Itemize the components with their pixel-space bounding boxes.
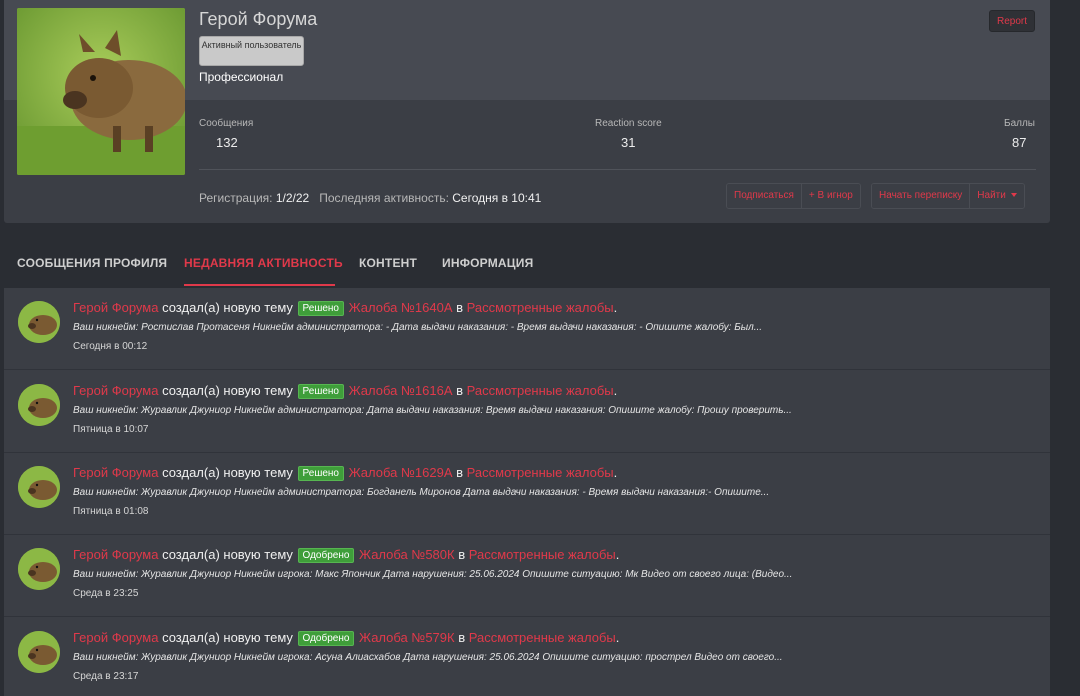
stats-divider — [199, 169, 1036, 170]
action-text: создал(а) новую тему — [162, 383, 293, 398]
profile-username: Герой Форума — [199, 9, 318, 29]
boar-icon — [18, 548, 60, 590]
thread-link[interactable]: Жалоба №579К — [359, 630, 455, 645]
action-text: создал(а) новую тему — [162, 547, 293, 562]
stat-messages-value[interactable]: 132 — [216, 135, 238, 150]
stat-points-label: Баллы — [1004, 118, 1035, 129]
forum-link[interactable]: Рассмотренные жалобы — [467, 383, 614, 398]
activity-item: Герой Форума создал(а) новую тему Одобре… — [4, 535, 1050, 617]
contact-actions-group: Начать переписку Найти — [871, 183, 1025, 209]
user-title: Профессионал — [199, 70, 284, 84]
find-label: Найти — [977, 190, 1006, 201]
activity-snippet: Ваш никнейм: Ростислав Протасеня Никнейм… — [73, 322, 763, 333]
avatar[interactable] — [18, 384, 60, 426]
forum-link[interactable]: Рассмотренные жалобы — [469, 630, 616, 645]
in-text: в — [456, 300, 464, 315]
activity-title: Герой Форума создал(а) новую тему Решено… — [73, 465, 618, 481]
chevron-down-icon — [1010, 193, 1017, 198]
boar-icon — [18, 301, 60, 343]
last-activity-value: Сегодня в 10:41 — [452, 191, 542, 205]
status-badge: Решено — [297, 384, 344, 399]
author-link[interactable]: Герой Форума — [73, 547, 158, 562]
activity-snippet: Ваш никнейм: Журавлик Джуниор Никнейм иг… — [73, 569, 793, 580]
boar-avatar-image — [17, 8, 185, 175]
avatar[interactable] — [18, 631, 60, 673]
in-text: в — [456, 383, 464, 398]
forum-link[interactable]: Рассмотренные жалобы — [469, 547, 616, 562]
last-activity-label: Последняя активность: — [319, 191, 449, 205]
activity-snippet: Ваш никнейм: Журавлик Джуниор Никнейм ад… — [73, 487, 770, 498]
stat-messages-label: Сообщения — [199, 118, 254, 129]
activity-title: Герой Форума создал(а) новую тему Одобре… — [73, 547, 620, 563]
thread-link[interactable]: Жалоба №1629А — [349, 465, 453, 480]
activity-time[interactable]: Среда в 23:25 — [73, 588, 138, 599]
follow-actions-group: Подписаться + В игнор — [726, 183, 861, 209]
activity-item: Герой Форума создал(а) новую тему Одобре… — [4, 618, 1050, 696]
action-text: создал(а) новую тему — [162, 300, 293, 315]
action-text: создал(а) новую тему — [162, 630, 293, 645]
activity-title: Герой Форума создал(а) новую тему Одобре… — [73, 630, 620, 646]
avatar[interactable] — [18, 301, 60, 343]
find-dropdown-button[interactable]: Найти — [970, 184, 1024, 208]
ignore-button[interactable]: + В игнор — [801, 184, 860, 208]
activity-time[interactable]: Сегодня в 00:12 — [73, 341, 147, 352]
user-banner-badge: Активный пользователь — [199, 36, 304, 66]
subscribe-button[interactable]: Подписаться — [727, 184, 802, 208]
activity-time[interactable]: Пятница в 10:07 — [73, 424, 148, 435]
activity-snippet: Ваш никнейм: Журавлик Джуниор Никнейм иг… — [73, 652, 783, 663]
tab-information[interactable]: ИНФОРМАЦИЯ — [442, 256, 533, 270]
boar-icon — [18, 466, 60, 508]
profile-tabs: СООБЩЕНИЯ ПРОФИЛЯ НЕДАВНЯЯ АКТИВНОСТЬ КО… — [4, 242, 1050, 286]
activity-snippet: Ваш никнейм: Журавлик Джуниор Никнейм ад… — [73, 405, 792, 416]
action-text: создал(а) новую тему — [162, 465, 293, 480]
forum-link[interactable]: Рассмотренные жалобы — [467, 300, 614, 315]
author-link[interactable]: Герой Форума — [73, 300, 158, 315]
in-text: в — [458, 547, 466, 562]
thread-link[interactable]: Жалоба №1616А — [349, 383, 453, 398]
in-text: в — [458, 630, 466, 645]
registration-date: 1/2/22 — [275, 191, 310, 205]
stat-points-value[interactable]: 87 — [1012, 135, 1026, 150]
activity-item: Герой Форума создал(а) новую тему Решено… — [4, 453, 1050, 535]
status-badge: Одобрено — [297, 548, 355, 563]
avatar[interactable] — [18, 466, 60, 508]
boar-icon — [18, 384, 60, 426]
active-tab-indicator — [184, 284, 335, 286]
boar-icon — [18, 631, 60, 673]
forum-link[interactable]: Рассмотренные жалобы — [467, 465, 614, 480]
tab-profile-posts[interactable]: СООБЩЕНИЯ ПРОФИЛЯ — [17, 256, 167, 270]
stat-reaction-label: Reaction score — [595, 118, 662, 129]
activity-feed: Герой Форума создал(а) новую тему Решено… — [4, 288, 1050, 696]
activity-item: Герой Форума создал(а) новую тему Решено… — [4, 371, 1050, 453]
author-link[interactable]: Герой Форума — [73, 465, 158, 480]
tab-recent-activity[interactable]: НЕДАВНЯЯ АКТИВНОСТЬ — [184, 256, 343, 270]
start-conversation-button[interactable]: Начать переписку — [872, 184, 971, 208]
avatar[interactable] — [18, 548, 60, 590]
stat-reaction-value[interactable]: 31 — [621, 135, 635, 150]
activity-time[interactable]: Пятница в 01:08 — [73, 506, 148, 517]
status-badge: Решено — [297, 466, 344, 481]
activity-time[interactable]: Среда в 23:17 — [73, 671, 138, 682]
activity-title: Герой Форума создал(а) новую тему Решено… — [73, 383, 618, 399]
activity-title: Герой Форума создал(а) новую тему Решено… — [73, 300, 618, 316]
profile-avatar[interactable] — [17, 8, 185, 175]
registration-info: Регистрация: 1/2/22 Последняя активность… — [199, 191, 541, 205]
profile-card: Герой Форума Активный пользователь Профе… — [4, 0, 1050, 223]
in-text: в — [456, 465, 464, 480]
tab-content[interactable]: КОНТЕНТ — [359, 256, 417, 270]
activity-item: Герой Форума создал(а) новую тему Решено… — [4, 288, 1050, 370]
report-button[interactable]: Report — [989, 10, 1035, 32]
status-badge: Одобрено — [297, 631, 355, 646]
registration-label: Регистрация: — [199, 191, 273, 205]
thread-link[interactable]: Жалоба №580К — [359, 547, 455, 562]
status-badge: Решено — [297, 301, 344, 316]
author-link[interactable]: Герой Форума — [73, 383, 158, 398]
author-link[interactable]: Герой Форума — [73, 630, 158, 645]
thread-link[interactable]: Жалоба №1640А — [349, 300, 453, 315]
